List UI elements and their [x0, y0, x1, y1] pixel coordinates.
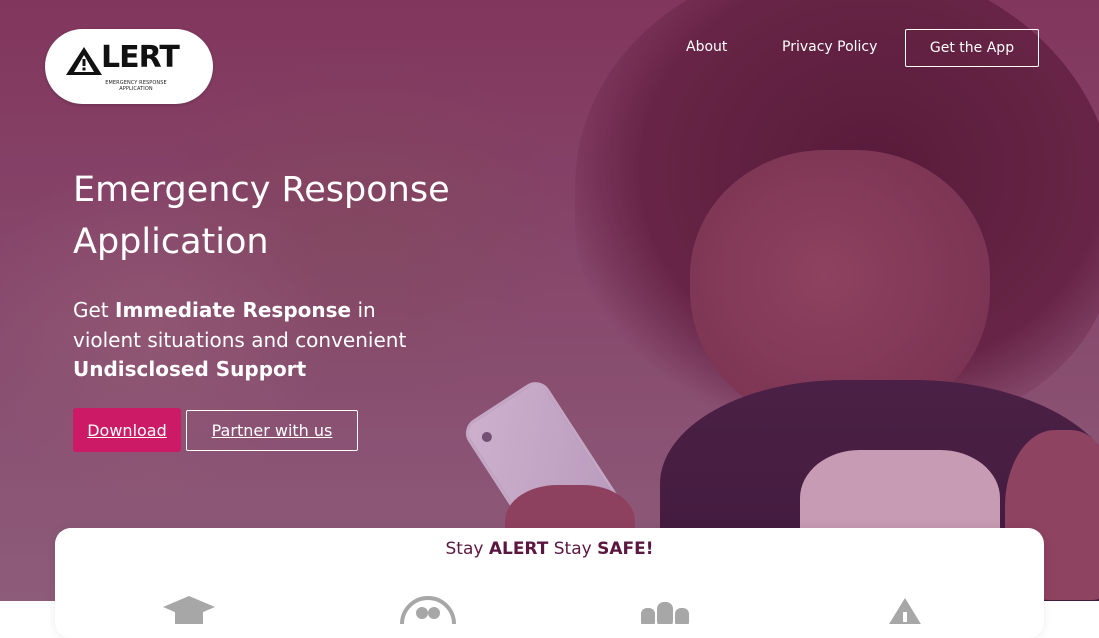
- hero-subtitle-highlight-1: Immediate Response: [115, 298, 352, 322]
- community-icon: [400, 596, 456, 624]
- nav-link-about[interactable]: About: [686, 39, 727, 55]
- graduation-cap-icon: [163, 596, 215, 624]
- card-title-safe: SAFE!: [597, 539, 654, 559]
- logo-wordmark: LERT: [101, 40, 180, 75]
- logo-tagline: EMERGENCY RESPONSE APPLICATION: [105, 80, 167, 92]
- warning-icon: [889, 598, 921, 624]
- hero-title: Emergency Response Application: [73, 170, 450, 262]
- card-title-alert: ALERT: [488, 539, 549, 559]
- nav-link-privacy-policy[interactable]: Privacy Policy: [782, 39, 877, 55]
- hero-subtitle-prefix: Get: [73, 298, 116, 322]
- card-title-middle: Stay: [548, 539, 598, 559]
- features-card-title: Stay ALERT Stay SAFE!: [55, 539, 1044, 559]
- get-the-app-button[interactable]: Get the App: [905, 29, 1039, 67]
- download-button[interactable]: Download: [73, 408, 181, 452]
- alert-logo[interactable]: LERT EMERGENCY RESPONSE APPLICATION: [45, 29, 213, 104]
- hero-subtitle-highlight-2: Undisclosed Support: [73, 357, 307, 381]
- people-group-icon: [641, 602, 689, 624]
- partner-with-us-button[interactable]: Partner with us: [186, 410, 358, 451]
- warning-triangle-icon: [66, 47, 102, 75]
- features-card: Stay ALERT Stay SAFE!: [55, 528, 1044, 638]
- hero-subtitle: Get Immediate Response in violent situat…: [73, 296, 433, 385]
- card-title-prefix: Stay: [445, 539, 489, 559]
